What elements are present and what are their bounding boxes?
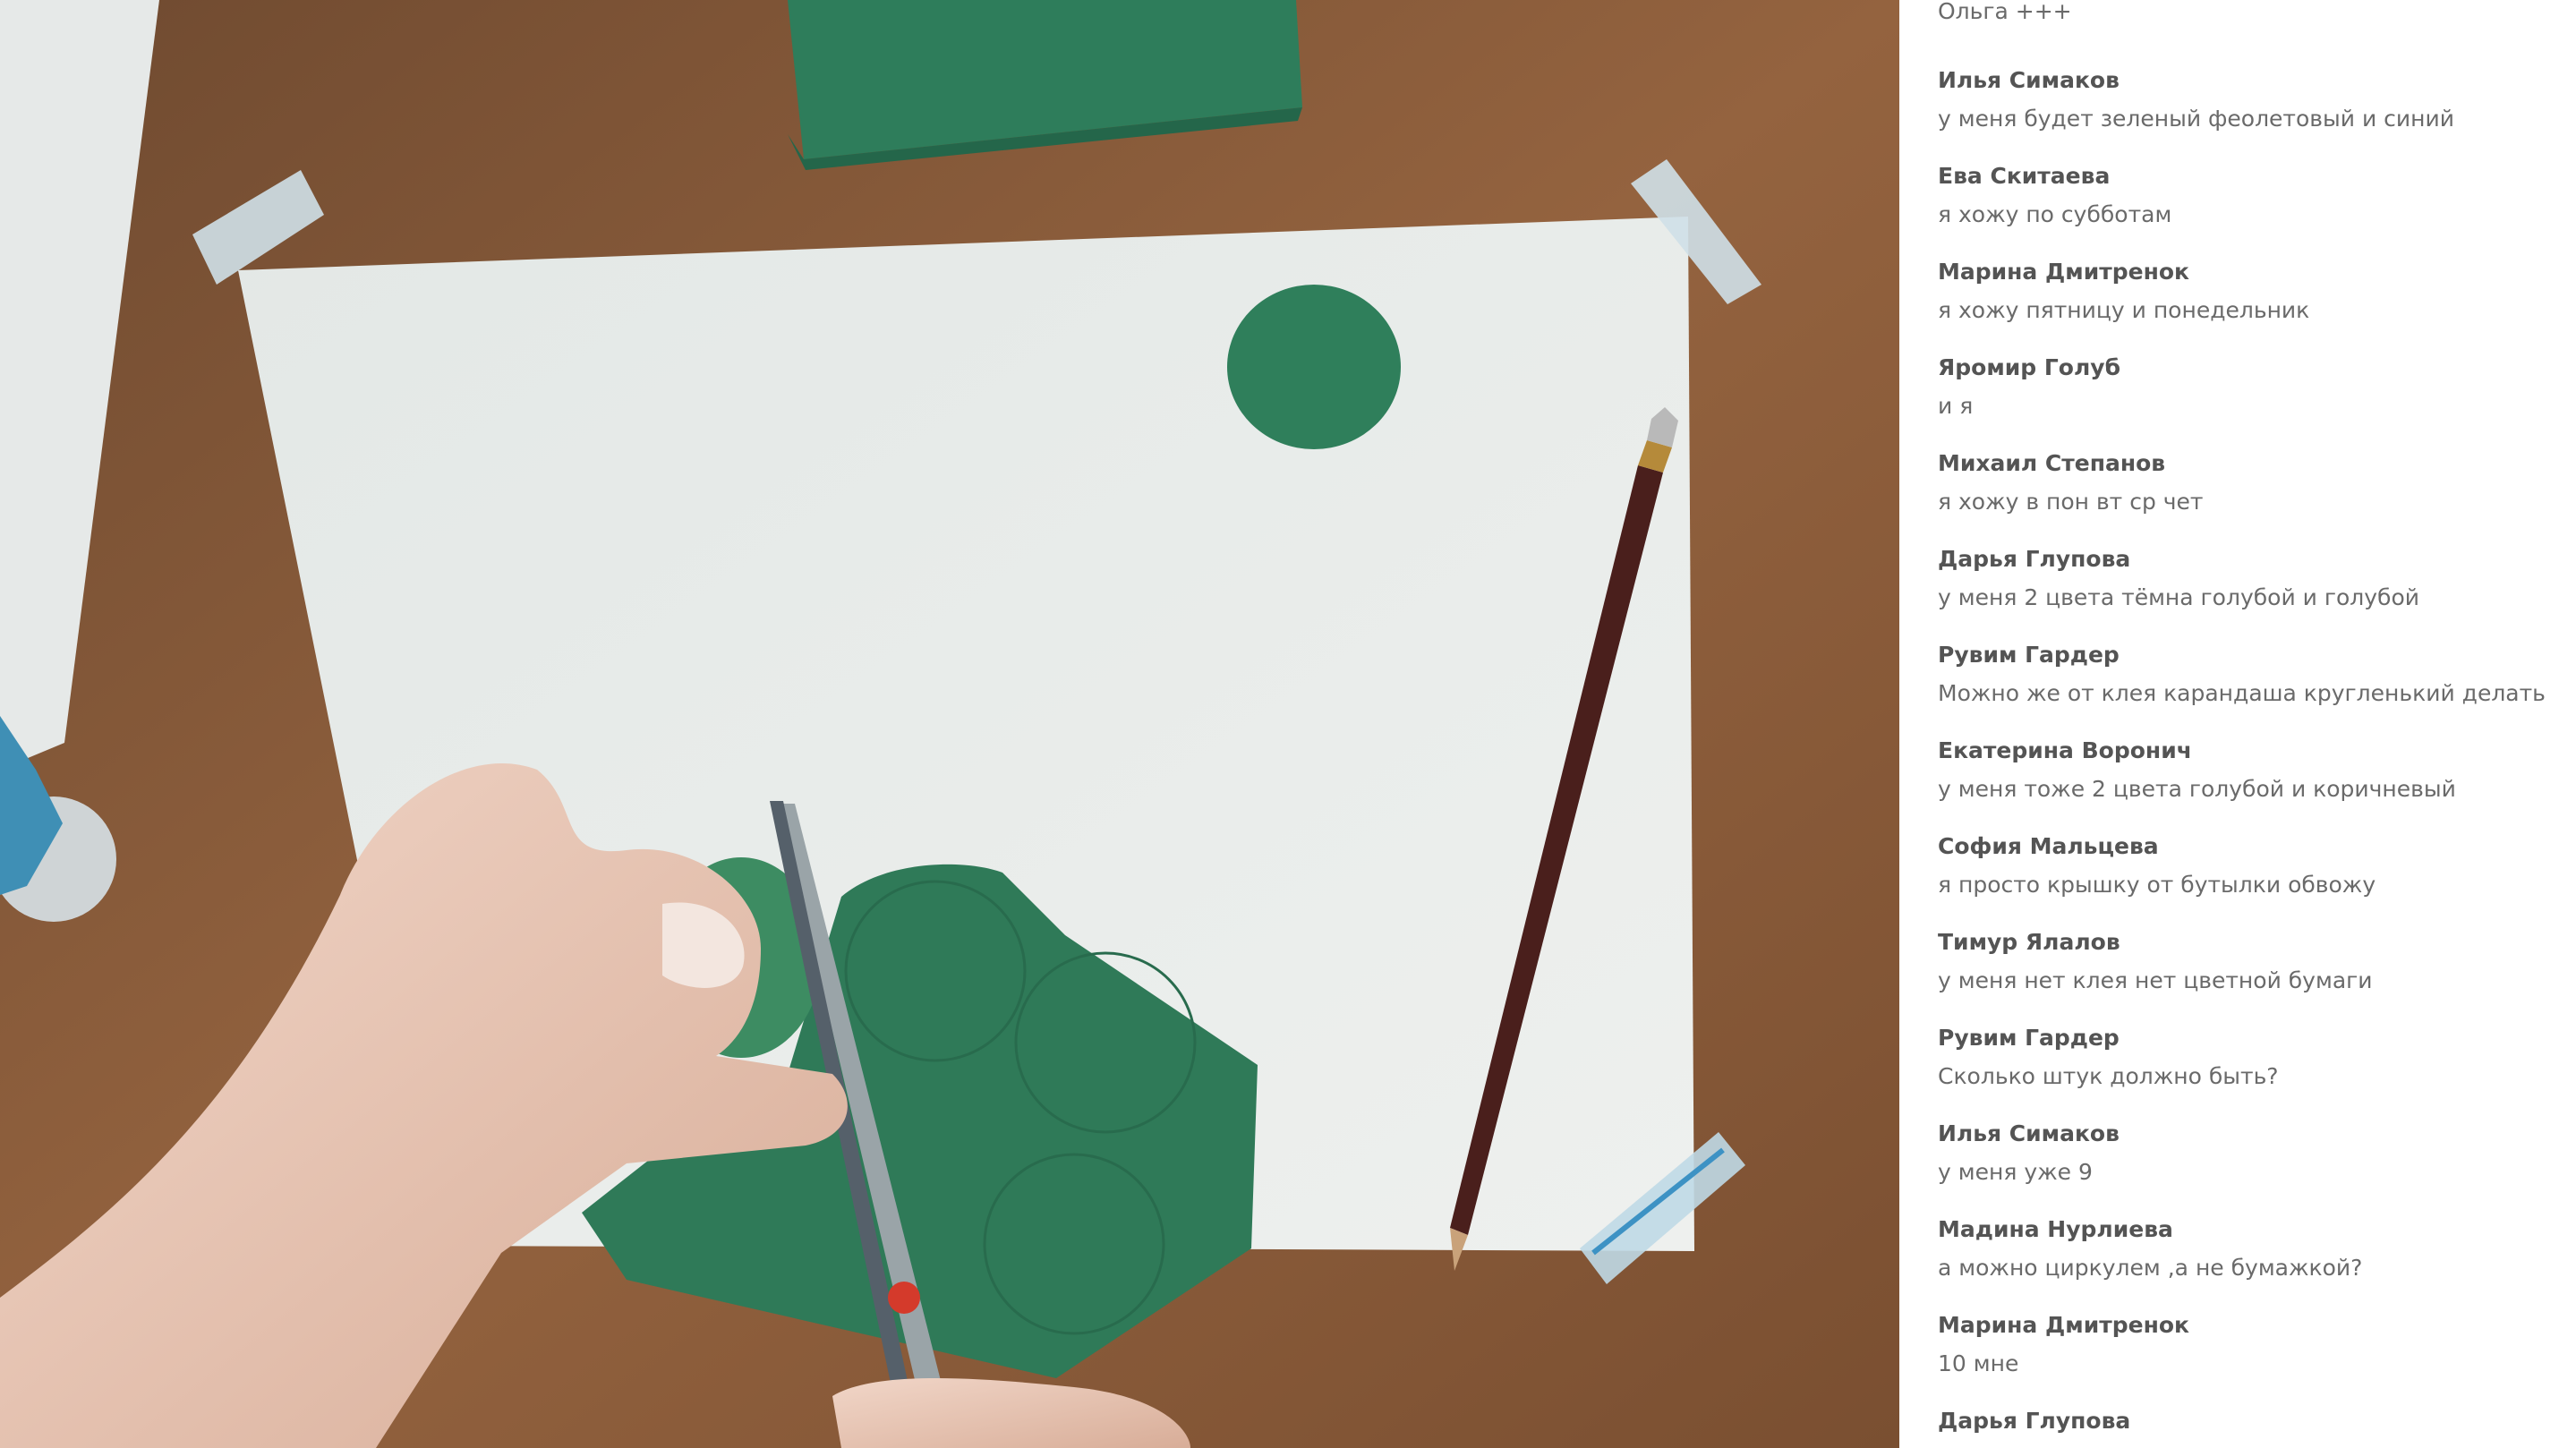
chat-message: Рувим Гардер Сколько штук должно быть? [1938,991,2564,1089]
chat-message-author[interactable]: Рувим Гардер [1938,1025,2120,1051]
chat-message-text: Можно же от клея карандаша кругленький д… [1938,680,2546,706]
chat-message: Ева Скитаева я хожу по субботам [1938,129,2564,227]
chat-message: Марина Дмитренок я хожу пятницу и понедел… [1938,225,2564,323]
chat-message-author[interactable]: Илья Симаков [1938,67,2120,93]
chat-message-text: я хожу по субботам [1938,201,2172,227]
chat-message-author[interactable]: София Мальцева [1938,833,2159,859]
live-chat-panel[interactable]: Ольга +++ Илья Симаков у меня будет зелен… [1899,0,2576,1448]
chat-message-author[interactable]: Илья Симаков [1938,1120,2120,1146]
chat-message-text: Ольга +++ [1938,0,2072,24]
chat-message-text: я просто крышку от бутылки обвожу [1938,872,2376,898]
chat-message-author[interactable]: Екатерина Воронич [1938,737,2192,763]
chat-message: Михаил Степанов я хожу в пон вт ср чет [1938,416,2564,515]
chat-message: Илья Симаков у меня будет зеленый феолето… [1938,33,2564,132]
chat-messages-container: Илья Симаков у меня будет зеленый феолето… [1938,33,2564,1448]
chat-message: Дарья Глуповаа у меня 3 [1938,1374,2564,1448]
chat-message: Мадина Нурлиева а можно циркулем ,а не бу… [1938,1182,2564,1281]
video-stream[interactable] [0,0,1899,1448]
chat-message: Илья Симаков у меня уже 9 [1938,1086,2564,1185]
chat-message-text: у меня уже 9 [1938,1159,2093,1185]
chat-message-text: у меня нет клея нет цветной бумаги [1938,967,2373,993]
chat-message-author[interactable]: Дарья Глупова [1938,546,2130,572]
chat-message: Тимур Ялалов у меня нет клея нет цветной … [1938,895,2564,993]
chat-message-author[interactable]: Яромир Голуб [1938,354,2120,380]
green-circle [1227,285,1401,449]
chat-message: Дарья Глупова у меня 2 цвета тёмна голубо… [1938,512,2564,610]
chat-message-author[interactable]: Марина Дмитренок [1938,1312,2189,1338]
chat-message-text: я хожу пятницу и понедельник [1938,297,2310,323]
chat-message-author[interactable]: Тимур Ялалов [1938,929,2120,955]
chat-message-list[interactable]: Ольга +++ Илья Симаков у меня будет зелен… [1938,0,2564,1448]
chat-message: Марина Дмитренок 10 мне [1938,1278,2564,1376]
chat-message-text: у меня 2 цвета тёмна голубой и голубой [1938,584,2420,610]
chat-message-author[interactable]: Рувим Гардер [1938,642,2120,668]
chat-message: София Мальцева я просто крышку от бутылки… [1938,799,2564,898]
chat-message: Яромир Голуб и я [1938,320,2564,419]
chat-message: Ольга +++ [1938,0,2564,33]
chat-message-text: 10 мне [1938,1350,2019,1376]
chat-message-author[interactable]: Марина Дмитренок [1938,259,2189,285]
chat-message-author[interactable]: Мадина Нурлиева [1938,1216,2173,1242]
chat-message-text: а можно циркулем ,а не бумажкой? [1938,1255,2363,1281]
video-frame-illustration [0,0,1899,1448]
chat-message-text: Сколько штук должно быть? [1938,1063,2279,1089]
chat-message: Екатерина Воронич у меня тоже 2 цвета гол… [1938,703,2564,802]
chat-message-author[interactable]: Михаил Степанов [1938,450,2165,476]
chat-message-text: у меня будет зеленый феолетовый и синий [1938,106,2454,132]
app-window: Ольга +++ Илья Симаков у меня будет зелен… [0,0,2576,1448]
chat-message-text: я хожу в пон вт ср чет [1938,489,2204,515]
chat-message-author[interactable]: Ева Скитаева [1938,163,2110,189]
chat-message: Рувим Гардер Можно же от клея карандаша к… [1938,608,2564,706]
chat-message-author[interactable]: Дарья Глупова [1938,1408,2130,1434]
chat-message-text: и я [1938,393,1974,419]
chat-message-text: у меня тоже 2 цвета голубой и коричневый [1938,776,2456,802]
